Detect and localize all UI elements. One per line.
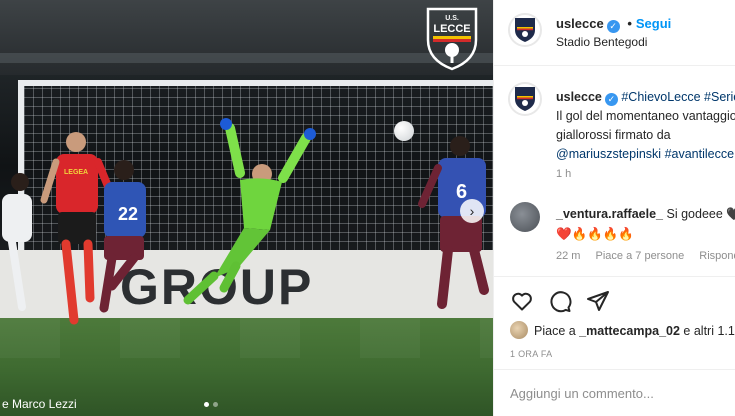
verified-badge-icon: ✓ — [606, 20, 620, 33]
lecce-crest-icon — [515, 18, 535, 42]
separator-dot: • — [627, 16, 632, 31]
likes-prefix: Piace a — [534, 324, 580, 338]
commenter-username[interactable]: _ventura.raffaele_ — [556, 207, 663, 221]
add-comment-input[interactable] — [510, 386, 730, 401]
caption-hashtag[interactable]: #avantilecce — [665, 147, 735, 161]
author-line: uslecce ✓ • Segui — [556, 16, 671, 33]
caption-mention[interactable]: @mariuszstepinski — [556, 147, 661, 161]
slide-dot — [213, 402, 218, 407]
player-white — [2, 173, 32, 311]
add-comment-bar — [494, 369, 735, 416]
stadium-stands — [0, 0, 493, 75]
comment-meta: 22 m Piace a 7 persone Rispondi — [556, 250, 735, 262]
comment-item: _ventura.raffaele_ Si godeee 🖤 ❤️🔥🔥🔥🔥 — [556, 204, 735, 244]
slide-dot-active — [204, 402, 209, 407]
author-avatar[interactable] — [508, 13, 542, 47]
comment-timestamp: 22 m — [556, 250, 581, 262]
caption-username[interactable]: uslecce — [556, 90, 602, 104]
comment-emojis: ❤️🔥🔥🔥🔥 — [556, 227, 634, 241]
comments-section: uslecce✓ #ChievoLecce #SerieB Il gol del… — [494, 66, 735, 276]
caption-hashtags[interactable]: #ChievoLecce #SerieB — [621, 90, 735, 104]
verified-badge-icon: ✓ — [604, 93, 618, 106]
comment-text: Si godeee 🖤 — [666, 207, 735, 221]
player-number-six: 6 — [418, 136, 489, 309]
photo-credit: e Marco Lezzi — [2, 397, 77, 411]
follow-button[interactable]: Segui — [636, 16, 671, 31]
action-icons — [510, 289, 610, 313]
caption-line-3: giallorossi firmato da — [556, 128, 671, 142]
post-timestamp: 1 ORA FA — [510, 349, 553, 359]
slide-indicator — [204, 402, 218, 407]
us-lecce-logo-icon: U.S. LECCE — [426, 7, 478, 71]
liked-by-user[interactable]: _mattecampa_02 — [579, 324, 680, 338]
comment-likes[interactable]: Piace a 7 persone — [596, 250, 685, 262]
commenter-avatar[interactable] — [510, 202, 540, 232]
location-link[interactable]: Stadio Bentegodi — [556, 35, 647, 49]
caption-author-avatar[interactable] — [508, 82, 542, 116]
defender-blue: 22 — [99, 160, 146, 313]
likes-suffix[interactable]: e altri 1.1 — [680, 324, 734, 338]
lecce-crest-icon — [515, 87, 535, 111]
post-actions: Piace a _mattecampa_02 e altri 1.1 1 ORA… — [494, 276, 735, 416]
keeper-jersey-number: 22 — [118, 204, 138, 224]
goalkeeper — [183, 118, 316, 305]
likes-summary: Piace a _mattecampa_02 e altri 1.1 — [510, 321, 735, 339]
post-sidebar: uslecce ✓ • Segui Stadio Bentegodi uslecce… — [493, 0, 735, 416]
caption-timestamp: 1 h — [556, 168, 572, 180]
post-header: uslecce ✓ • Segui Stadio Bentegodi — [494, 0, 735, 66]
next-slide-button[interactable]: › — [460, 199, 484, 223]
caption-line-2: Il gol del momentaneo vantaggio — [556, 109, 735, 123]
post-photo[interactable]: GROUP LEGEA 22 6 U.S. LECCE › e Marco Le… — [0, 0, 493, 416]
comment-icon[interactable] — [548, 289, 572, 313]
post-caption: uslecce✓ #ChievoLecce #SerieB Il gol del… — [556, 88, 735, 164]
logo-name-text: LECCE — [433, 23, 470, 35]
share-icon[interactable] — [586, 289, 610, 313]
liker-avatar[interactable] — [510, 321, 528, 339]
reply-button[interactable]: Rispondi — [699, 250, 735, 262]
logo-top-text: U.S. — [445, 15, 459, 22]
author-username[interactable]: uslecce — [556, 16, 604, 31]
football — [394, 121, 414, 141]
heart-icon[interactable] — [510, 289, 534, 313]
